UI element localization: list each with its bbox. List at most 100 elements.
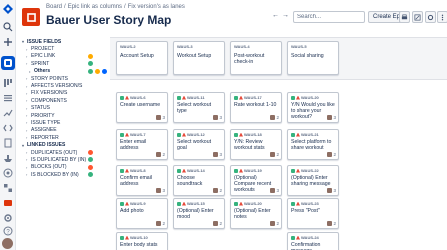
epic-card[interactable]: WAUS-2 Account Setup bbox=[116, 41, 168, 75]
breadcrumb: Board / Epic link as columns / Fix version's… bbox=[46, 4, 187, 10]
story-card[interactable]: WAUS-21 Select platform to share workout 2 bbox=[287, 129, 339, 160]
story-card[interactable]: WAUS-7 Enter email address 2 bbox=[116, 129, 168, 160]
issue-key: WAUS-19 bbox=[234, 168, 262, 173]
issue-key: WAUS-3 bbox=[177, 44, 193, 49]
issue-key: WAUS-20 bbox=[291, 95, 319, 100]
story-card[interactable]: WAUS-17 Rate workout 1-10 2 bbox=[230, 92, 282, 123]
breadcrumb-columns[interactable]: Epic link as columns bbox=[68, 4, 122, 10]
target-icon[interactable] bbox=[3, 168, 13, 178]
story-card[interactable]: WAUS-9 Add photo 2 bbox=[116, 198, 168, 229]
search-icon[interactable] bbox=[3, 22, 13, 32]
card-summary: Confirmation message bbox=[291, 242, 321, 250]
field-project[interactable]: › PROJECT bbox=[22, 45, 106, 52]
story-card[interactable]: WAUS-12 Select workout goal 3 bbox=[173, 129, 225, 160]
story-points-badge: 3 bbox=[162, 115, 165, 120]
priority-icon bbox=[296, 235, 300, 240]
link-duplicated-by-in[interactable]: › IS DUPLICATED BY (IN) bbox=[22, 156, 106, 163]
project-logo-icon bbox=[22, 8, 40, 26]
breadcrumb-board[interactable]: Board bbox=[46, 4, 62, 10]
story-points-badge: 2 bbox=[162, 221, 165, 226]
issue-key-text: WAUS-14 bbox=[187, 168, 205, 173]
link-duplicates-out[interactable]: › DUPLICATES (OUT) bbox=[22, 149, 106, 156]
board-icon[interactable] bbox=[3, 78, 13, 88]
ship-icon[interactable] bbox=[3, 153, 13, 163]
story-type-icon bbox=[234, 168, 238, 173]
field-components[interactable]: › COMPONENTS bbox=[22, 97, 106, 104]
card-summary: Choose soundtrack bbox=[177, 175, 203, 188]
legend-dot bbox=[88, 172, 93, 178]
issue-key-text: WAUS-8 bbox=[130, 168, 146, 173]
field-reporter[interactable]: › REPORTER bbox=[22, 134, 106, 141]
story-card[interactable]: WAUS-10 Enter body stats bbox=[116, 232, 168, 250]
breadcrumb-lanes[interactable]: Fix version's as lanes bbox=[128, 4, 185, 10]
list-icon[interactable] bbox=[3, 93, 13, 103]
story-points-badge: 3 bbox=[219, 152, 222, 157]
card-summary: (Optional) Enter notes bbox=[234, 208, 271, 221]
story-card[interactable]: WAUS-6 Create username 3 bbox=[116, 92, 168, 123]
export-button[interactable] bbox=[412, 11, 423, 23]
linked-issues-header[interactable]: ▾ LINKED ISSUES bbox=[22, 141, 106, 148]
plus-icon[interactable] bbox=[3, 37, 13, 47]
epic-card[interactable]: WAUS-5 Social sharing bbox=[287, 41, 339, 75]
field-issue-type[interactable]: › ISSUE TYPE bbox=[22, 119, 106, 126]
story-card[interactable]: WAUS-8 Confirm email address 3 bbox=[116, 165, 168, 196]
priority-icon bbox=[125, 132, 129, 137]
assignee-avatar bbox=[156, 115, 162, 120]
story-card[interactable]: WAUS-11 Select workout type 3 bbox=[173, 92, 225, 123]
page-icon[interactable] bbox=[3, 138, 13, 148]
settings-button[interactable] bbox=[425, 11, 436, 23]
link-blocked-by-in[interactable]: › IS BLOCKED BY (IN) bbox=[22, 171, 106, 178]
story-card[interactable]: WAUS-22 (Optional) Enter sharing message 3 bbox=[287, 165, 339, 196]
print-icon bbox=[401, 14, 408, 19]
link-blocks-out[interactable]: › BLOCKS (OUT) bbox=[22, 164, 106, 171]
card-footer: 2 bbox=[327, 221, 336, 226]
issue-key: WAUS-2 bbox=[120, 44, 136, 49]
story-points-badge: 3 bbox=[162, 188, 165, 193]
issue-fields-header[interactable]: ▾ ISSUE FIELDS bbox=[22, 38, 106, 45]
print-button[interactable] bbox=[399, 11, 410, 23]
issue-key: WAUS-14 bbox=[177, 168, 205, 173]
settings-icon[interactable] bbox=[3, 213, 13, 223]
search-input[interactable] bbox=[293, 11, 365, 23]
field-status[interactable]: › STATUS bbox=[22, 105, 106, 112]
chart-icon[interactable] bbox=[3, 108, 13, 118]
issue-key: WAUS-23 bbox=[291, 201, 319, 206]
user-avatar[interactable] bbox=[2, 238, 13, 249]
field-fix-version[interactable]: › FIX VERSION/S bbox=[22, 90, 106, 97]
story-card[interactable]: WAUS-19 (Optional) Compare recent workout… bbox=[230, 165, 282, 196]
story-card[interactable]: WAUS-24 Confirmation message bbox=[287, 232, 339, 250]
story-card[interactable]: WAUS-14 Choose soundtrack 2 bbox=[173, 165, 225, 196]
story-card[interactable]: WAUS-18 Y/N: Review workout stats 2 bbox=[230, 129, 282, 160]
field-affects-version[interactable]: › AFFECTS VERSION/S bbox=[22, 82, 106, 89]
component-icon[interactable] bbox=[3, 183, 13, 193]
story-card[interactable]: WAUS-23 Press "Post" 2 bbox=[287, 198, 339, 229]
epic-card[interactable]: WAUS-4 Post-workout check-in bbox=[230, 41, 282, 75]
code-icon[interactable] bbox=[3, 123, 13, 133]
priority-icon bbox=[239, 132, 243, 137]
scroll-left-button[interactable]: ← bbox=[272, 12, 279, 19]
story-card[interactable]: WAUS-15 (Optional) Enter mood 2 bbox=[173, 198, 225, 229]
story-points-badge: 3 bbox=[276, 188, 279, 193]
more-button[interactable] bbox=[437, 11, 447, 23]
field-epic-link[interactable]: › EPIC LINK bbox=[22, 53, 106, 60]
story-type-icon bbox=[291, 132, 295, 137]
priority-icon bbox=[239, 95, 243, 100]
card-summary: Y/N: Review workout stats bbox=[234, 139, 265, 152]
field-sprint[interactable]: › SPRINT bbox=[22, 60, 106, 67]
story-card[interactable]: WAUS-20 (Optional) Enter notes 2 bbox=[230, 198, 282, 229]
epic-card[interactable]: WAUS-3 Workout Setup bbox=[173, 41, 225, 75]
issue-key-text: WAUS-7 bbox=[130, 132, 146, 137]
shortcut-icon[interactable] bbox=[3, 198, 13, 208]
field-others[interactable]: • Others bbox=[22, 68, 107, 75]
jira-logo-icon[interactable] bbox=[3, 4, 13, 14]
help-icon[interactable]: ? bbox=[3, 226, 13, 236]
story-points-badge: 2 bbox=[219, 221, 222, 226]
scroll-right-button[interactable]: → bbox=[282, 12, 289, 19]
field-assignee[interactable]: › ASSIGNEE bbox=[22, 127, 106, 134]
priority-icon bbox=[182, 168, 186, 173]
field-priority[interactable]: › PRIORITY bbox=[22, 112, 106, 119]
project-icon[interactable] bbox=[3, 58, 13, 68]
story-card[interactable]: WAUS-20 Y/N Would you like to share your … bbox=[287, 92, 339, 123]
legend-dot bbox=[95, 68, 100, 74]
field-story-points[interactable]: › STORY POINTS bbox=[22, 75, 106, 82]
